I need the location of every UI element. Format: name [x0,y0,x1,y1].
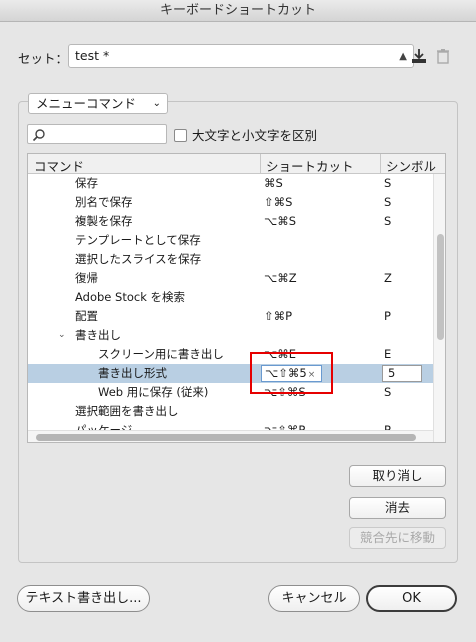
chevron-updown-icon: ▲ [399,51,407,62]
table-row[interactable]: 保存 ⌘S S [28,174,433,193]
shortcut-cell: ⇧⌘S [264,195,293,209]
shortcut-cell: ⌥⌘Z [264,271,297,285]
horizontal-scroll-thumb[interactable] [36,434,416,441]
set-label: セット： [18,51,69,66]
column-header-symbol[interactable]: シンボル [386,156,436,175]
case-sensitive-checkbox[interactable] [174,129,187,142]
table-row[interactable]: 書き出し形式 ⌥⇧⌘5× 5 [28,364,433,383]
command-cell: 保存 [75,176,98,190]
vertical-scrollbar[interactable] [433,174,445,442]
export-text-button[interactable]: テキスト書き出し... [17,585,150,612]
symbol-cell: Z [384,271,392,285]
table-row[interactable]: 復帰 ⌥⌘Z Z [28,269,433,288]
command-cell: 書き出し形式 [98,366,167,380]
table-body: 保存 ⌘S S 別名で保存 ⇧⌘S S 複製を保存 ⌥⌘S S テンプレートとして保存 選択したスラ… [28,174,433,440]
table-row[interactable]: Adobe Stock を検索 [28,288,433,307]
goto-conflict-button[interactable]: 競合先に移動 [349,527,446,549]
cancel-button[interactable]: キャンセル [268,585,360,612]
save-set-icon[interactable] [410,47,428,65]
table-row[interactable]: 選択範囲を書き出し [28,402,433,421]
column-header-command[interactable]: コマンド [34,156,84,175]
shortcut-type-dropdown[interactable]: メニューコマンド ⌄ [28,93,168,114]
delete-set-icon[interactable] [434,47,452,65]
delete-button[interactable]: 消去 [349,497,446,519]
command-cell: 復帰 [75,271,98,285]
table-row[interactable]: 選択したスライスを保存 [28,250,433,269]
shortcut-cell: ⇧⌘P [264,309,293,323]
table-row[interactable]: 配置 ⇧⌘P P [28,307,433,326]
search-input[interactable] [27,124,167,144]
shortcut-table: コマンド ショートカット シンボル 保存 ⌘S S 別名で保存 ⇧⌘S S 複製を保存 ⌥⌘S… [27,153,446,443]
set-value: test * [75,48,110,63]
command-cell: 別名で保存 [75,195,133,209]
command-cell: Web 用に保存 (従来) [98,385,209,399]
table-row[interactable]: ⌄ 書き出し [28,326,433,345]
column-header-shortcut[interactable]: ショートカット [266,156,354,175]
symbol-cell: S [384,385,392,399]
table-row[interactable]: 別名で保存 ⇧⌘S S [28,193,433,212]
table-row[interactable]: スクリーン用に書き出し ⌥⌘E E [28,345,433,364]
chevron-down-icon: ⌄ [152,98,161,109]
symbol-cell: P [384,309,391,323]
command-cell: 複製を保存 [75,214,133,228]
symbol-cell: S [384,214,392,228]
table-header: コマンド ショートカット シンボル [28,154,445,175]
symbol-cell: S [384,176,392,190]
command-cell: 選択したスライスを保存 [75,252,202,266]
horizontal-scrollbar[interactable] [28,430,433,442]
undo-button[interactable]: 取り消し [349,465,446,487]
table-row[interactable]: 複製を保存 ⌥⌘S S [28,212,433,231]
case-sensitive-option[interactable]: 大文字と小文字を区別 [174,125,317,143]
command-cell: スクリーン用に書き出し [98,347,224,361]
set-dropdown[interactable]: test * ▲ [68,44,414,68]
command-cell: テンプレートとして保存 [75,233,201,247]
set-row: セット： test * ▲ [14,44,464,68]
expand-chevron-icon[interactable]: ⌄ [58,326,66,345]
ok-button[interactable]: OK [366,585,457,612]
command-cell: Adobe Stock を検索 [75,290,186,304]
shortcut-cell: ⌥⌘S [264,214,297,228]
command-cell: 配置 [75,309,98,323]
symbol-cell: E [384,347,392,361]
command-cell: 書き出し [75,328,121,342]
table-row[interactable]: Web 用に保存 (従来) ⌥⇧⌘S S [28,383,433,402]
annotation-highlight-box [250,352,333,394]
symbol-cell: S [384,195,392,209]
shortcut-cell: ⌘S [264,176,283,190]
search-icon [32,129,45,142]
window-title: キーボードショートカット [0,0,476,22]
command-cell: 選択範囲を書き出し [75,404,179,418]
vertical-scroll-thumb[interactable] [437,234,444,340]
symbol-edit-field[interactable]: 5 [382,365,422,382]
case-sensitive-label: 大文字と小文字を区別 [192,128,318,143]
table-row[interactable]: テンプレートとして保存 [28,231,433,250]
shortcut-type-value: メニューコマンド [36,96,137,111]
